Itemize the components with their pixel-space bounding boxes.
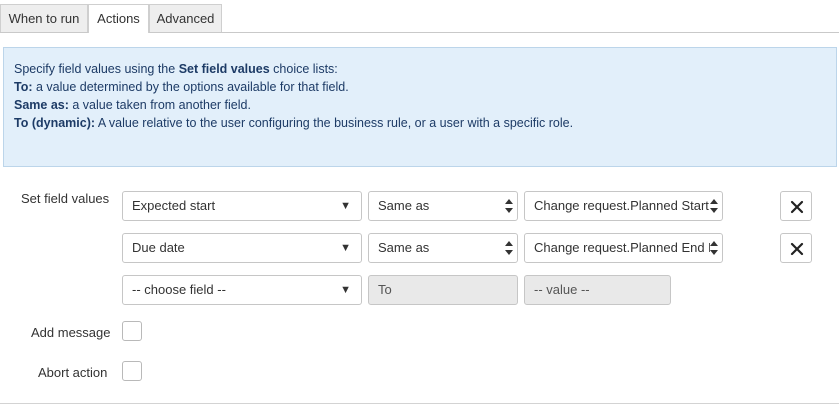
info-line-to: To: a value determined by the options av… [14, 80, 349, 94]
value-select-row2[interactable]: Change request.Planned End D [524, 233, 723, 263]
abort-action-checkbox[interactable] [122, 361, 142, 381]
tab-when-to-run[interactable]: When to run [0, 4, 88, 32]
abort-action-label: Abort action [38, 365, 108, 380]
caret-down-icon: ▼ [340, 200, 351, 212]
add-message-label: Add message [31, 325, 111, 340]
caret-down-icon: ▼ [340, 284, 351, 296]
field-select-value: Due date [132, 240, 185, 255]
caret-down-icon: ▼ [340, 242, 351, 254]
value-field-disabled: -- value -- [524, 275, 671, 305]
value-select-value: Change request.Planned Start [534, 198, 709, 213]
value-select-row1[interactable]: Change request.Planned Start [524, 191, 723, 221]
updown-stepper-icon [710, 238, 718, 258]
updown-stepper-icon [710, 196, 718, 216]
operator-field-disabled: To [368, 275, 518, 305]
divider [0, 403, 839, 404]
updown-stepper-icon [505, 238, 513, 258]
value-select-value: Change request.Planned End D [534, 240, 718, 255]
info-line-intro: Specify field values using the Set field… [14, 62, 338, 76]
field-select-value: -- choose field -- [132, 282, 226, 297]
updown-stepper-icon [505, 196, 513, 216]
info-line-same-as: Same as: a value taken from another fiel… [14, 98, 251, 112]
remove-row1-button[interactable] [780, 191, 812, 221]
remove-row2-button[interactable] [780, 233, 812, 263]
close-icon [790, 242, 804, 256]
field-select-row2[interactable]: Due date ▼ [122, 233, 362, 263]
field-select-new[interactable]: -- choose field -- ▼ [122, 275, 362, 305]
tab-actions[interactable]: Actions [88, 4, 149, 33]
close-icon [790, 200, 804, 214]
set-field-values-label: Set field values [21, 191, 110, 206]
field-select-value: Expected start [132, 198, 216, 213]
operator-select-row1[interactable]: Same as [368, 191, 518, 221]
field-select-row1[interactable]: Expected start ▼ [122, 191, 362, 221]
info-panel: Specify field values using the Set field… [3, 47, 837, 167]
operator-select-value: Same as [378, 198, 430, 213]
tab-advanced[interactable]: Advanced [149, 4, 222, 32]
add-message-checkbox[interactable] [122, 321, 142, 341]
tab-bar: When to run Actions Advanced [0, 0, 839, 33]
operator-select-row2[interactable]: Same as [368, 233, 518, 263]
info-line-dynamic: To (dynamic): A value relative to the us… [14, 116, 574, 130]
operator-select-value: Same as [378, 240, 430, 255]
